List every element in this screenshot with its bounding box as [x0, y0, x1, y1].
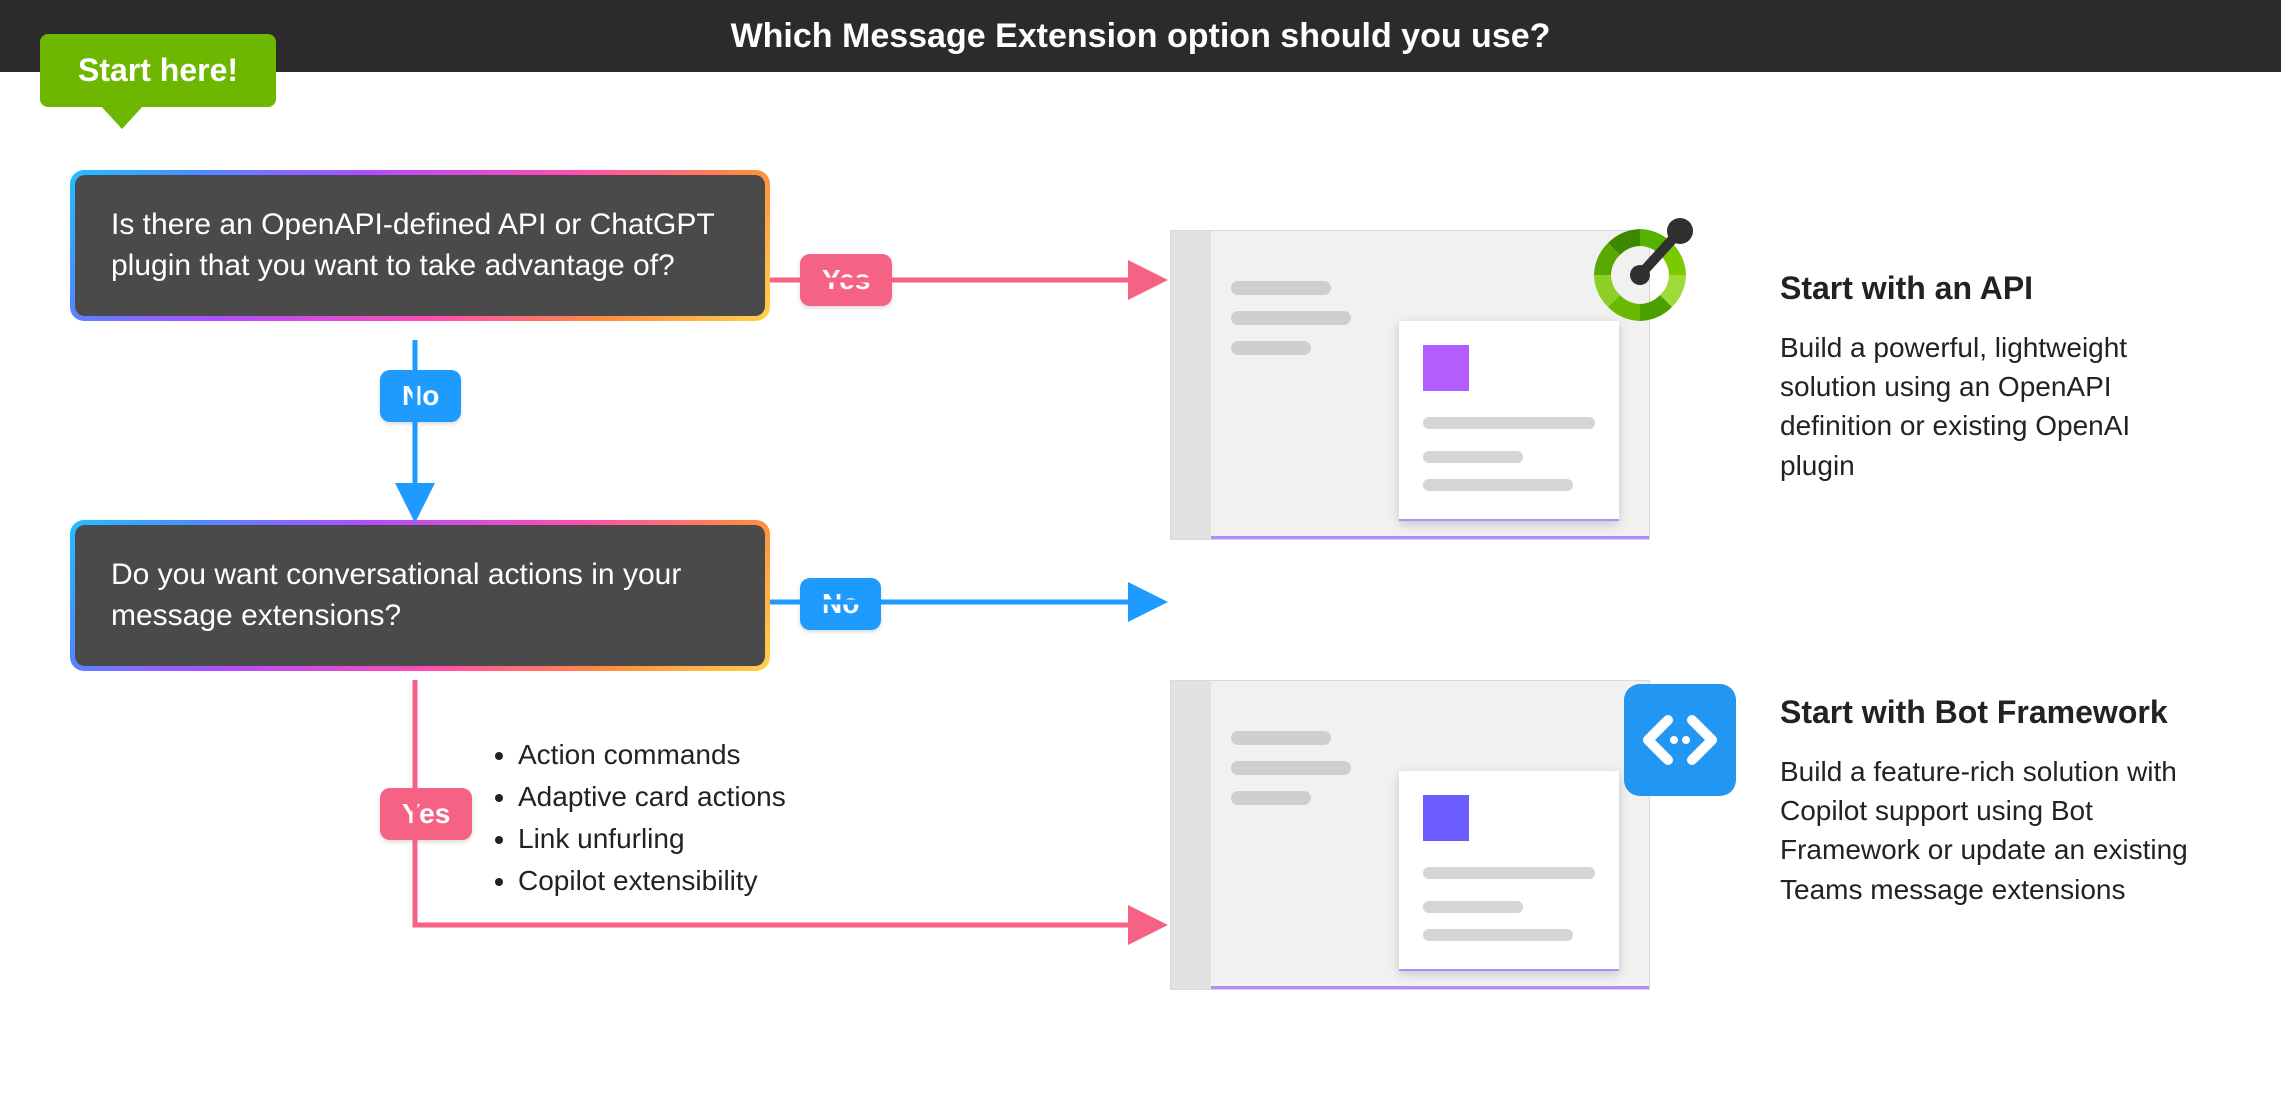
question-text-openapi: Is there an OpenAPI-defined API or ChatG… — [75, 175, 765, 316]
conversational-actions-list: Action commands Adaptive card actions Li… — [490, 734, 786, 902]
header-bar: Which Message Extension option should yo… — [0, 0, 2281, 72]
illustration-bot-card — [1170, 680, 1650, 990]
page-title: Which Message Extension option should yo… — [731, 17, 1551, 56]
bot-option-title: Start with Bot Framework — [1780, 692, 2210, 732]
decision-no-q1: No — [380, 370, 461, 422]
start-here-badge: Start here! — [40, 34, 276, 107]
question-box-conversational: Do you want conversational actions in yo… — [70, 520, 770, 671]
illustration-api-card — [1170, 230, 1650, 540]
api-option-block: Start with an API Build a powerful, ligh… — [1780, 268, 2210, 485]
decision-no-q2: No — [800, 578, 881, 630]
list-item: Copilot extensibility — [518, 860, 786, 902]
bot-code-icon — [1620, 680, 1740, 800]
list-item: Adaptive card actions — [518, 776, 786, 818]
decision-yes-q2: Yes — [380, 788, 472, 840]
list-item: Link unfurling — [518, 818, 786, 860]
api-option-title: Start with an API — [1780, 268, 2210, 308]
bot-option-block: Start with Bot Framework Build a feature… — [1780, 692, 2210, 909]
decision-yes-q1: Yes — [800, 254, 892, 306]
api-gauge-icon — [1580, 205, 1700, 325]
list-item: Action commands — [518, 734, 786, 776]
bot-option-desc: Build a feature-rich solution with Copil… — [1780, 752, 2210, 909]
question-text-conversational: Do you want conversational actions in yo… — [75, 525, 765, 666]
question-box-openapi: Is there an OpenAPI-defined API or ChatG… — [70, 170, 770, 321]
api-option-desc: Build a powerful, lightweight solution u… — [1780, 328, 2210, 485]
